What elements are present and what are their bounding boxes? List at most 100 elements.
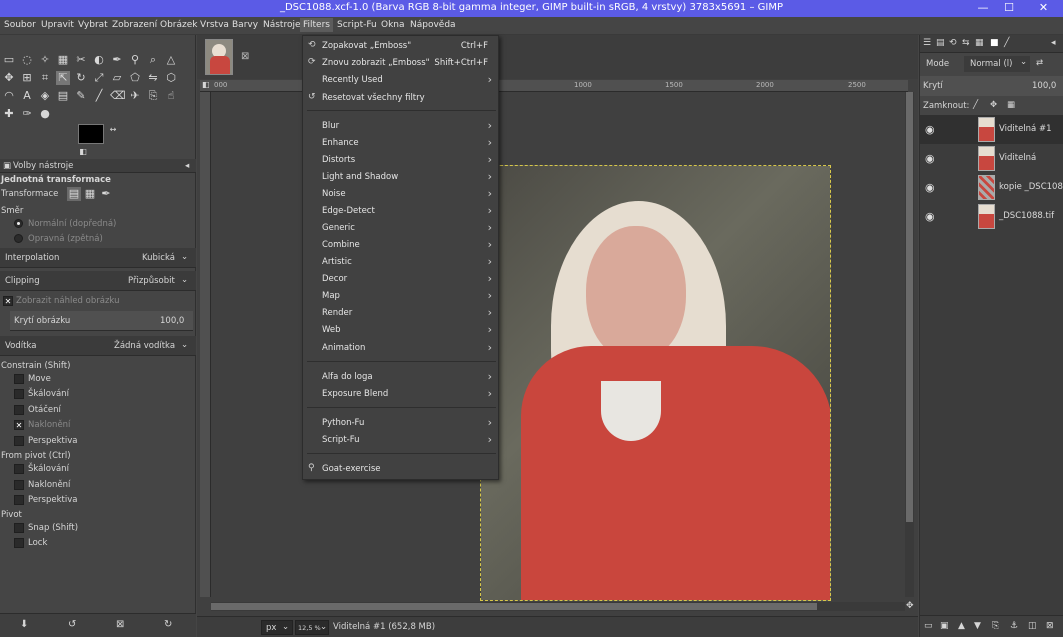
delete-options-icon[interactable]: ⊠ bbox=[116, 619, 124, 630]
menu-nastroje[interactable]: Nástroje bbox=[263, 20, 301, 30]
submenu-decor[interactable]: Decor › bbox=[303, 271, 498, 288]
constrain-scale-checkbox[interactable] bbox=[14, 389, 24, 399]
lasso-icon[interactable]: ◌ bbox=[20, 53, 34, 67]
transform-selection-icon[interactable]: ▦ bbox=[83, 187, 97, 201]
undo-tab-icon[interactable]: ⇆ bbox=[962, 38, 970, 48]
submenu-enhance[interactable]: Enhance › bbox=[303, 135, 498, 152]
heal-icon[interactable]: ✚ bbox=[2, 107, 16, 121]
constrain-rotate-checkbox[interactable] bbox=[14, 405, 24, 415]
new-layer-icon[interactable]: ▭ bbox=[924, 621, 933, 631]
close-tab-icon[interactable]: ⊠ bbox=[241, 51, 249, 62]
perspective-icon[interactable]: ⬠ bbox=[128, 71, 142, 85]
unified-transform-icon[interactable]: ⇱ bbox=[56, 71, 70, 85]
menu-napoveda[interactable]: Nápověda bbox=[410, 20, 456, 30]
default-colors-icon[interactable]: ◧ bbox=[76, 145, 90, 159]
visibility-eye-icon[interactable]: ◉ bbox=[925, 123, 935, 136]
layers-tab-icon[interactable]: ☰ bbox=[923, 38, 931, 48]
composite-mode-icon[interactable]: ⇄ bbox=[1036, 58, 1043, 68]
menu-script-fu[interactable]: Script-Fu bbox=[337, 20, 377, 30]
clone-icon[interactable]: ⎘ bbox=[146, 89, 160, 103]
submenu-generic[interactable]: Generic › bbox=[303, 220, 498, 237]
repeat-last-item[interactable]: ⟲ Zopakovat „Emboss" Ctrl+F bbox=[303, 38, 498, 55]
colors-tab-icon[interactable]: ■ bbox=[990, 38, 999, 48]
pivot-perspective-checkbox[interactable] bbox=[14, 495, 24, 505]
navigate-icon[interactable]: ✥ bbox=[906, 601, 914, 611]
color-picker-icon[interactable]: ⚲ bbox=[128, 53, 142, 67]
direction-corrective-radio[interactable] bbox=[14, 234, 23, 243]
layer-row[interactable]: ◉ Viditelná bbox=[920, 144, 1063, 173]
lock-alpha-icon[interactable]: ▦ bbox=[1007, 100, 1015, 110]
layer-opacity-slider[interactable]: Krytí 100,0 bbox=[920, 76, 1063, 96]
paths-tab-icon[interactable]: ⟲ bbox=[949, 38, 957, 48]
lower-layer-icon[interactable]: ▼ bbox=[974, 621, 981, 631]
layer-row[interactable]: ◉ Viditelná #1 bbox=[920, 115, 1063, 144]
pivot-scale-checkbox[interactable] bbox=[14, 464, 24, 474]
measure-icon[interactable]: △ bbox=[164, 53, 178, 67]
crop-icon[interactable]: ⌗ bbox=[38, 71, 52, 85]
direction-normal-radio[interactable] bbox=[14, 219, 23, 228]
rect-select-icon[interactable]: ▭ bbox=[2, 53, 16, 67]
restore-options-icon[interactable]: ↺ bbox=[68, 619, 76, 630]
vertical-scrollbar[interactable] bbox=[905, 92, 914, 597]
swap-colors-icon[interactable]: ↔ bbox=[106, 123, 120, 137]
tab-menu-icon[interactable]: ◂ bbox=[1051, 38, 1056, 48]
smudge-icon[interactable]: ☝ bbox=[164, 89, 178, 103]
submenu-combine[interactable]: Combine › bbox=[303, 237, 498, 254]
paths-icon[interactable]: ✒ bbox=[110, 53, 124, 67]
bucket-fill-icon[interactable]: ◈ bbox=[38, 89, 52, 103]
cage-icon[interactable]: ⬡ bbox=[164, 71, 178, 85]
airbrush-icon[interactable]: ✈ bbox=[128, 89, 142, 103]
submenu-web[interactable]: Web › bbox=[303, 322, 498, 339]
dodge-icon[interactable]: ● bbox=[38, 107, 52, 121]
zoom-icon[interactable]: ⌕ bbox=[146, 53, 160, 67]
submenu-artistic[interactable]: Artistic › bbox=[303, 254, 498, 271]
submenu-blur[interactable]: Blur › bbox=[303, 118, 498, 135]
lock-pixels-icon[interactable]: ╱ bbox=[973, 100, 978, 110]
save-options-icon[interactable]: ⬇ bbox=[20, 619, 28, 630]
visibility-eye-icon[interactable]: ◉ bbox=[925, 181, 935, 194]
pivot-lock-checkbox[interactable] bbox=[14, 538, 24, 548]
visibility-eye-icon[interactable]: ◉ bbox=[925, 210, 935, 223]
image-canvas[interactable] bbox=[480, 165, 831, 601]
clipping-select[interactable]: Clipping Přizpůsobit ⌄ bbox=[0, 271, 196, 291]
ink-icon[interactable]: ✑ bbox=[20, 107, 34, 121]
tab-menu-icon[interactable]: ◂ bbox=[185, 161, 189, 171]
submenu-animation[interactable]: Animation › bbox=[303, 340, 498, 357]
menu-soubor[interactable]: Soubor bbox=[4, 20, 36, 30]
text-icon[interactable]: A bbox=[20, 89, 34, 103]
recently-used-item[interactable]: Recently Used › bbox=[303, 72, 498, 89]
anchor-icon[interactable]: ⚓ bbox=[1010, 621, 1018, 631]
duplicate-layer-icon[interactable]: ⎘ bbox=[992, 621, 999, 631]
constrain-move-checkbox[interactable] bbox=[14, 374, 24, 384]
reshow-last-item[interactable]: ⟳ Znovu zobrazit „Emboss" Shift+Ctrl+F bbox=[303, 55, 498, 72]
submenu-exposure-blend[interactable]: Exposure Blend › bbox=[303, 386, 498, 403]
menu-obrazek[interactable]: Obrázek bbox=[160, 20, 198, 30]
new-group-icon[interactable]: ▣ bbox=[940, 621, 949, 631]
brushes-tab-icon[interactable]: ╱ bbox=[1004, 38, 1009, 48]
pencil-icon[interactable]: ✎ bbox=[74, 89, 88, 103]
submenu-python-fu[interactable]: Python-Fu › bbox=[303, 415, 498, 432]
unit-select[interactable]: px ⌄ bbox=[261, 620, 293, 635]
submenu-alfa-do-loga[interactable]: Alfa do loga › bbox=[303, 369, 498, 386]
submenu-script-fu[interactable]: Script-Fu › bbox=[303, 432, 498, 449]
gradient-icon[interactable]: ▤ bbox=[56, 89, 70, 103]
pivot-shear-checkbox[interactable] bbox=[14, 480, 24, 490]
images-tab-icon[interactable]: ▦ bbox=[975, 38, 984, 48]
select-by-color-icon[interactable]: ▦ bbox=[56, 53, 70, 67]
flip-icon[interactable]: ⇋ bbox=[146, 71, 160, 85]
mode-select[interactable]: Normal (l) ⌄ bbox=[964, 56, 1030, 72]
horizontal-scrollbar[interactable] bbox=[211, 602, 905, 611]
menu-upravit[interactable]: Upravit bbox=[41, 20, 74, 30]
visibility-eye-icon[interactable]: ◉ bbox=[925, 152, 935, 165]
submenu-noise[interactable]: Noise › bbox=[303, 186, 498, 203]
foreground-select-icon[interactable]: ◐ bbox=[92, 53, 106, 67]
layer-row[interactable]: ◉ _DSC1088.tif bbox=[920, 202, 1063, 231]
mask-icon[interactable]: ◫ bbox=[1028, 621, 1037, 631]
image-tab-thumbnail[interactable] bbox=[205, 39, 233, 75]
shear-icon[interactable]: ▱ bbox=[110, 71, 124, 85]
submenu-edge-detect[interactable]: Edge-Detect › bbox=[303, 203, 498, 220]
rotate-icon[interactable]: ↻ bbox=[74, 71, 88, 85]
submenu-distorts[interactable]: Distorts › bbox=[303, 152, 498, 169]
submenu-light-and-shadow[interactable]: Light and Shadow › bbox=[303, 169, 498, 186]
channels-tab-icon[interactable]: ▤ bbox=[936, 38, 945, 48]
